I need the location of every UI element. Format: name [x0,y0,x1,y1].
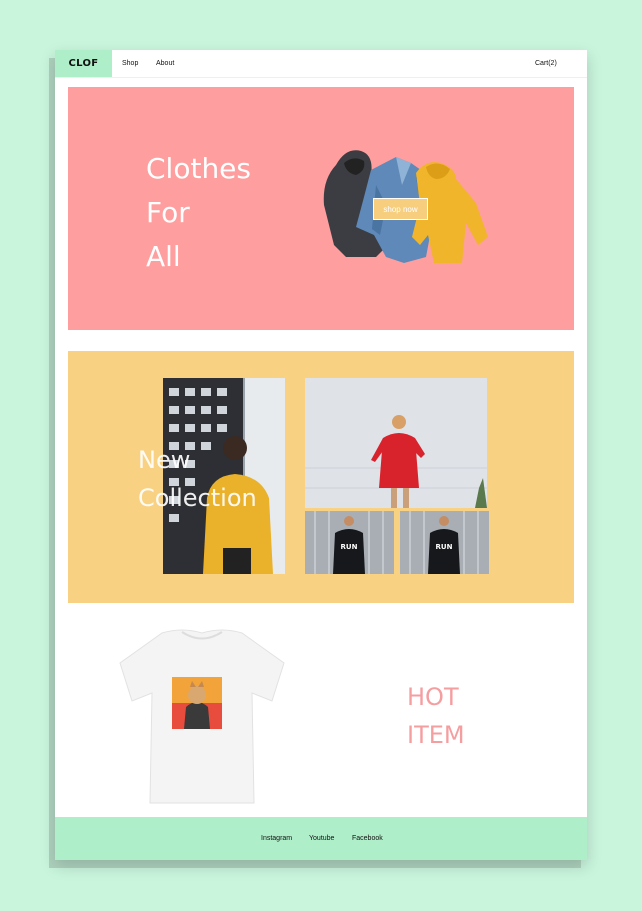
hot-item-title: HOT ITEM [407,678,465,754]
footer-youtube-link[interactable]: Youtube [309,817,334,860]
nav-cart-link[interactable]: Cart(2) [535,50,557,77]
white-tshirt-dog-print[interactable] [112,623,292,808]
logo-block[interactable]: CLOF [55,50,112,77]
top-nav-bar: CLOF Shop About Cart(2) [55,50,587,78]
hot-title-line-2: ITEM [407,721,465,749]
run-hoodie-photo[interactable]: RUN [305,511,394,574]
red-sweatshirt-photo[interactable] [305,378,487,508]
shop-now-button[interactable]: shop now [373,198,428,220]
hero-title-line-2: For [146,196,190,229]
hero-title-line-3: All [146,240,181,273]
footer-facebook-link[interactable]: Facebook [352,817,383,860]
hero-title-line-1: Clothes [146,152,251,185]
svg-text:RUN: RUN [341,543,358,551]
hero-banner: Clothes For All shop now [68,87,574,330]
nav-shop-link[interactable]: Shop [122,50,138,77]
new-collection-section: RUN RUN New Collection [68,351,574,603]
footer: Instagram Youtube Facebook [55,817,587,860]
collection-title-line-2: Collection [138,484,257,512]
svg-text:RUN: RUN [436,543,453,551]
landing-page: CLOF Shop About Cart(2) Clothes For All [55,50,587,860]
brand-logo[interactable]: CLOF [69,58,99,69]
hero-title: Clothes For All [146,147,251,279]
new-collection-title: New Collection [138,441,257,517]
footer-instagram-link[interactable]: Instagram [261,817,292,860]
nav-about-link[interactable]: About [156,50,174,77]
run-hoodie-photo-2[interactable]: RUN [400,511,489,574]
hot-title-line-1: HOT [407,683,459,711]
collection-title-line-1: New [138,446,191,474]
